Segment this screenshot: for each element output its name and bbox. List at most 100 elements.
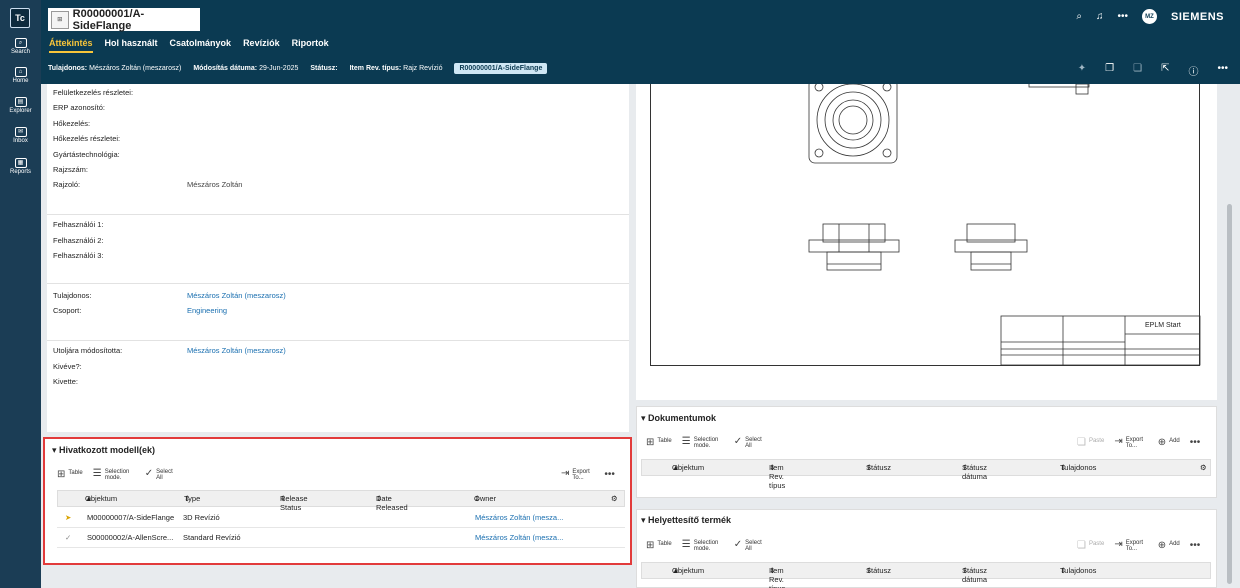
paste-button[interactable]: ❏ Paste	[1077, 438, 1104, 448]
tab-hol-hasznalt[interactable]: Hol használt	[105, 38, 158, 53]
scrollbar-thumb[interactable]	[1227, 204, 1232, 584]
add-icon: ⊕	[1157, 540, 1167, 551]
table-view-button[interactable]: ⊞ Table	[57, 470, 83, 480]
info-icon[interactable]: ⓘ	[1188, 63, 1198, 78]
owner-link[interactable]: Mészáros Zoltán (meszarosz)	[187, 291, 286, 300]
col-tulajdonos[interactable]: Tulajdonos ⇕	[1060, 463, 1096, 472]
table-header: Objektum ▲ Item Rev. típus ⇕ Státusz ⇕ S…	[641, 459, 1211, 490]
rail-explorer[interactable]: ▤ Explorer	[0, 97, 41, 114]
select-all-button[interactable]: ✓ Select All	[144, 468, 176, 482]
export-button[interactable]: ⇥ Export To...	[561, 468, 594, 482]
toolbar: ⊞ Table ☰ Selection mode. ✓ Select All	[646, 436, 775, 450]
model-icon: ➤	[65, 513, 72, 522]
paste-button[interactable]: ❏ Paste	[1077, 541, 1104, 551]
col-tulajdonos[interactable]: Tulajdonos ⇕	[1060, 566, 1096, 575]
left-rail: Tc ⌕ Search ⌂ Home ▤ Explorer ✉ Inbox ▦ Repor…	[0, 0, 41, 588]
tab-csatolmanyok[interactable]: Csatolmányok	[170, 38, 232, 53]
col-statusz[interactable]: Státusz ⇕	[866, 566, 891, 575]
select-all-button[interactable]: ✓ Select All	[733, 436, 765, 450]
object-meta: Tulajdonos: Mészáros Zoltán (meszarosz) …	[48, 63, 548, 74]
modified-by-link[interactable]: Mészáros Zoltán (meszarosz)	[187, 346, 286, 355]
search-icon[interactable]: ⌕	[1076, 11, 1082, 22]
bell-icon[interactable]: ♫	[1096, 11, 1104, 22]
group-link[interactable]: Engineering	[187, 306, 227, 315]
section-title[interactable]: ▾ Dokumentumok	[641, 413, 716, 424]
share-icon[interactable]: ⇱	[1161, 63, 1169, 78]
title-block-label: EPLM Start	[1145, 322, 1181, 329]
col-owner[interactable]: Owner ⇕	[474, 494, 496, 503]
rail-inbox[interactable]: ✉ Inbox	[0, 127, 41, 144]
add-button[interactable]: ⊕ Add	[1158, 438, 1180, 448]
selection-mode-button[interactable]: ☰ Selection mode.	[93, 469, 135, 482]
copy-icon[interactable]: ❐	[1105, 63, 1114, 78]
tab-riportok[interactable]: Riportok	[292, 38, 329, 53]
col-date-released[interactable]: Date Released ⇕	[376, 494, 408, 512]
col-objektum[interactable]: Objektum ▲	[672, 463, 704, 472]
table-icon: ⊞	[57, 469, 66, 480]
col-release-status[interactable]: Release Status ⇕	[280, 494, 308, 512]
section-title[interactable]: ▾ Hivatkozott modell(ek)	[52, 445, 155, 456]
tab-attekintes[interactable]: Áttekintés	[49, 38, 93, 53]
inbox-icon: ✉	[14, 127, 27, 137]
select-all-button[interactable]: ✓ Select All	[733, 539, 765, 553]
paste-icon[interactable]: ❏	[1133, 63, 1142, 78]
properties-panel: Felületkezelés részletei: ERP azonosító:…	[47, 84, 629, 432]
rail-home[interactable]: ⌂ Home	[0, 67, 41, 84]
object-title: ⊞ R00000001/A-SideFlange	[48, 8, 200, 32]
owner-value: Mészáros Zoltán (meszarosz)	[89, 65, 182, 72]
export-button[interactable]: ⇥ Export To...	[1114, 540, 1147, 553]
pin-icon[interactable]: ✦	[1078, 63, 1086, 78]
toolbar-right: ⇥ Export To... •••	[561, 468, 625, 482]
col-statusz[interactable]: Státusz ⇕	[866, 463, 891, 472]
col-statusz-datuma[interactable]: Státusz dátuma ⇕	[962, 566, 987, 584]
toolbar: ⊞ Table ☰ Selection mode. ✓ Select All	[646, 539, 775, 553]
avatar[interactable]: MZ	[1141, 9, 1157, 24]
home-icon: ⌂	[14, 67, 27, 77]
check-icon: ✓	[733, 539, 743, 550]
check-icon: ✓	[144, 468, 154, 479]
add-icon: ⊕	[1157, 437, 1167, 448]
more-button[interactable]: •••	[1190, 438, 1201, 448]
check-icon: ✓	[733, 436, 743, 447]
brand-logo: SIEMENS	[1170, 10, 1224, 23]
search-icon: ⌕	[14, 38, 27, 48]
col-type[interactable]: Type ⇕	[184, 494, 200, 503]
col-objektum[interactable]: Objektum ▲	[85, 494, 117, 503]
col-item-rev-tipus[interactable]: Item Rev. típus ⇕	[769, 463, 785, 490]
selection-mode-button[interactable]: ☰ Selection mode.	[682, 540, 724, 553]
app-logo[interactable]: Tc	[10, 8, 30, 28]
col-objektum[interactable]: Objektum ▲	[672, 566, 704, 575]
modified-value: 29-Jun-2025	[259, 65, 299, 72]
toolbar: ⊞ Table ☰ Selection mode. ✓ Select All	[57, 468, 186, 482]
more-icon[interactable]: •••	[1217, 63, 1228, 78]
settings-icon[interactable]: ⚙	[611, 494, 618, 503]
table-header: Objektum ▲ Item Rev. típus ⇕ Státusz ⇕ S…	[641, 562, 1211, 588]
table-icon: ⊞	[646, 437, 655, 448]
table-row[interactable]: ✓ S00000002/A-AllenScre... Standard Reví…	[57, 528, 625, 548]
owner-link[interactable]: Mészáros Zoltán (mesza...	[475, 533, 563, 542]
more-icon[interactable]: •••	[1117, 11, 1128, 22]
table-icon: ⊞	[646, 540, 655, 551]
settings-icon[interactable]: ⚙	[1200, 463, 1207, 472]
add-button[interactable]: ⊕ Add	[1158, 541, 1180, 551]
col-item-rev-tipus[interactable]: Item Rev. típus ⇕	[769, 566, 785, 588]
rail-reports[interactable]: ▦ Reports	[0, 158, 41, 175]
drawing-viewer[interactable]: EPLM Start	[636, 78, 1217, 400]
selection-mode-button[interactable]: ☰ Selection mode.	[682, 437, 724, 450]
col-statusz-datuma[interactable]: Státusz dátuma ⇕	[962, 463, 987, 481]
rail-search[interactable]: ⌕ Search	[0, 38, 41, 55]
section-title[interactable]: ▾ Helyettesítő termék	[641, 515, 731, 526]
owner-link[interactable]: Mészáros Zoltán (mesza...	[475, 513, 563, 522]
more-button[interactable]: •••	[604, 470, 615, 480]
scrollbar[interactable]	[1226, 84, 1233, 588]
command-icons: ✦ ❐ ❏ ⇱ ⓘ •••	[1078, 63, 1228, 78]
table-row[interactable]: ➤ M00000007/A-SideFlange 3D Revízió Mész…	[57, 508, 625, 528]
export-icon: ⇥	[561, 468, 570, 479]
more-icon: •••	[1189, 437, 1201, 448]
table-view-button[interactable]: ⊞ Table	[646, 541, 672, 551]
more-button[interactable]: •••	[1190, 541, 1201, 551]
table-view-button[interactable]: ⊞ Table	[646, 438, 672, 448]
tab-reviziok[interactable]: Revíziók	[243, 38, 280, 53]
object-pill[interactable]: R00000001/A-SideFlange	[454, 63, 548, 74]
export-button[interactable]: ⇥ Export To...	[1114, 437, 1147, 450]
